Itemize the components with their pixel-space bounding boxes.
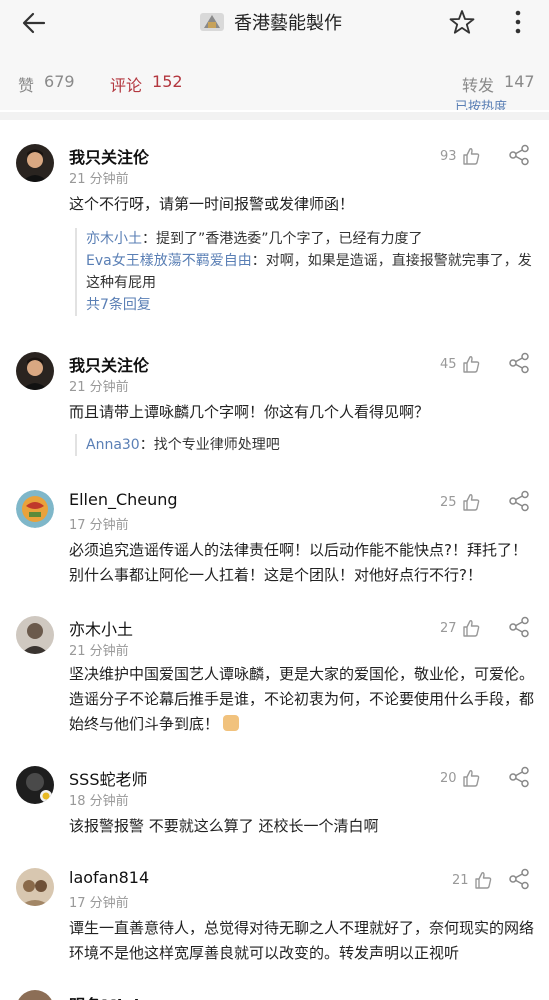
sort-label[interactable]: 已按热度: [455, 98, 507, 110]
tab-comments-label: 评论: [110, 76, 143, 95]
comment-text: 必须追究造谣传谣人的法律责任啊！以后动作能不能快点?！拜托了！别什么事都让阿伦一…: [69, 541, 527, 584]
like-button[interactable]: 20: [440, 768, 481, 788]
avatar[interactable]: [16, 352, 54, 390]
comment-author[interactable]: 明冬Mini: [69, 992, 139, 1000]
comment-author[interactable]: 我只关注伦: [69, 144, 149, 168]
comment-text: 这个不行呀，请第一时间报警或发律师函！: [69, 195, 355, 213]
back-arrow-icon[interactable]: [20, 9, 48, 37]
like-button[interactable]: 25: [440, 492, 481, 512]
comment-time: 17 分钟前: [69, 518, 129, 533]
reply-text: ：提到了”香港选委”几个字了，已经有力度了: [142, 231, 423, 247]
thumbs-up-icon: [462, 148, 479, 165]
tab-reposts-label: 转发: [462, 76, 495, 95]
reply-author[interactable]: Eva女王樣放蕩不羁爱自由: [86, 253, 252, 269]
comment-text-body: 坚决维护中国爱国艺人谭咏麟，更是大家的爱国伦，敬业伦，可爱伦。造谣分子不论幕后推…: [69, 665, 535, 733]
avatar[interactable]: [16, 490, 54, 528]
thumbs-up-icon: [462, 356, 479, 373]
comment-time: 17 分钟前: [69, 896, 129, 911]
comment-author[interactable]: SSS蛇老师: [69, 766, 147, 790]
brand-logo-icon: [200, 13, 224, 31]
avatar[interactable]: [16, 868, 54, 906]
tab-comments-count: 152: [152, 72, 183, 91]
share-icon[interactable]: [508, 868, 530, 890]
like-count: 45: [440, 356, 457, 372]
comment-time: 21 分钟前: [69, 380, 129, 395]
share-icon[interactable]: [508, 352, 530, 374]
like-count: 21: [452, 872, 469, 888]
comment-text: 该报警报警 不要就这么算了 还校长一个清白啊: [69, 817, 379, 835]
view-all-replies-link[interactable]: 共7条回复: [86, 294, 535, 316]
reply-list: 亦木小土：提到了”香港选委”几个字了，已经有力度了 Eva女王樣放蕩不羁爱自由：…: [75, 228, 535, 316]
thumbs-up-icon: [474, 872, 491, 889]
reply-item[interactable]: Eva女王樣放蕩不羁爱自由：对啊，如果是造谣，直接报警就完事了，发这种有屁用: [86, 250, 535, 294]
reply-author[interactable]: Anna30: [86, 437, 140, 453]
share-icon[interactable]: [508, 766, 530, 788]
like-count: 20: [440, 770, 457, 786]
comment-time: 18 分钟前: [69, 794, 129, 809]
comment-author[interactable]: Ellen_Cheung: [69, 490, 178, 509]
like-button[interactable]: 21: [452, 870, 493, 890]
tab-reposts[interactable]: 转发 147: [462, 72, 535, 96]
comment-author[interactable]: 亦木小土: [69, 616, 133, 640]
like-button[interactable]: 45: [440, 354, 481, 374]
avatar[interactable]: [16, 766, 54, 804]
thumbs-up-icon: [462, 620, 479, 637]
tab-likes-label: 赞: [18, 76, 35, 95]
top-bar: 香港藝能製作: [0, 0, 549, 50]
tab-reposts-count: 147: [504, 72, 535, 91]
reply-text: ：找个专业律师处理吧: [139, 437, 280, 453]
tab-likes-count: 679: [44, 72, 75, 91]
reply-item[interactable]: 亦木小土：提到了”香港选委”几个字了，已经有力度了: [86, 228, 535, 250]
share-icon[interactable]: [508, 144, 530, 166]
comment-text: 而且请带上谭咏麟几个字啊！你这有几个人看得见啊？: [69, 403, 430, 421]
avatar[interactable]: [16, 616, 54, 654]
like-button[interactable]: 93: [440, 146, 481, 166]
comment-time: 21 分钟前: [69, 644, 129, 659]
thumbs-up-icon: [462, 770, 479, 787]
avatar[interactable]: [16, 144, 54, 182]
tab-likes[interactable]: 赞 679: [18, 72, 75, 96]
avatar[interactable]: [16, 990, 54, 1000]
thumbs-up-icon: [462, 494, 479, 511]
like-button[interactable]: 27: [440, 618, 481, 638]
like-count: 25: [440, 494, 457, 510]
star-icon[interactable]: [448, 8, 476, 36]
fist-emoji-icon: [223, 715, 240, 731]
page-title-group: 香港藝能製作: [198, 6, 342, 38]
reply-item[interactable]: Anna30：找个专业律师处理吧: [86, 434, 535, 456]
share-icon[interactable]: [508, 490, 530, 512]
share-icon[interactable]: [508, 616, 530, 638]
page-title: 香港藝能製作: [234, 13, 342, 34]
like-count: 27: [440, 620, 457, 636]
comment-author[interactable]: laofan814: [69, 868, 149, 887]
comment-text: 谭生一直善意待人，总觉得对待无聊之人不理就好了，奈何现实的网络环境不是他这样宽厚…: [69, 919, 535, 962]
comment-time: 21 分钟前: [69, 172, 129, 187]
comment-text: 坚决维护中国爱国艺人谭咏麟，更是大家的爱国伦，敬业伦，可爱伦。造谣分子不论幕后推…: [69, 662, 537, 737]
reply-list: Anna30：找个专业律师处理吧: [75, 434, 535, 456]
more-vertical-icon[interactable]: [508, 8, 528, 36]
comment-author[interactable]: 我只关注伦: [69, 352, 149, 376]
tab-comments[interactable]: 评论 152: [110, 72, 183, 96]
section-divider: [0, 112, 549, 120]
reply-author[interactable]: 亦木小土: [86, 231, 142, 247]
like-count: 93: [440, 148, 457, 164]
